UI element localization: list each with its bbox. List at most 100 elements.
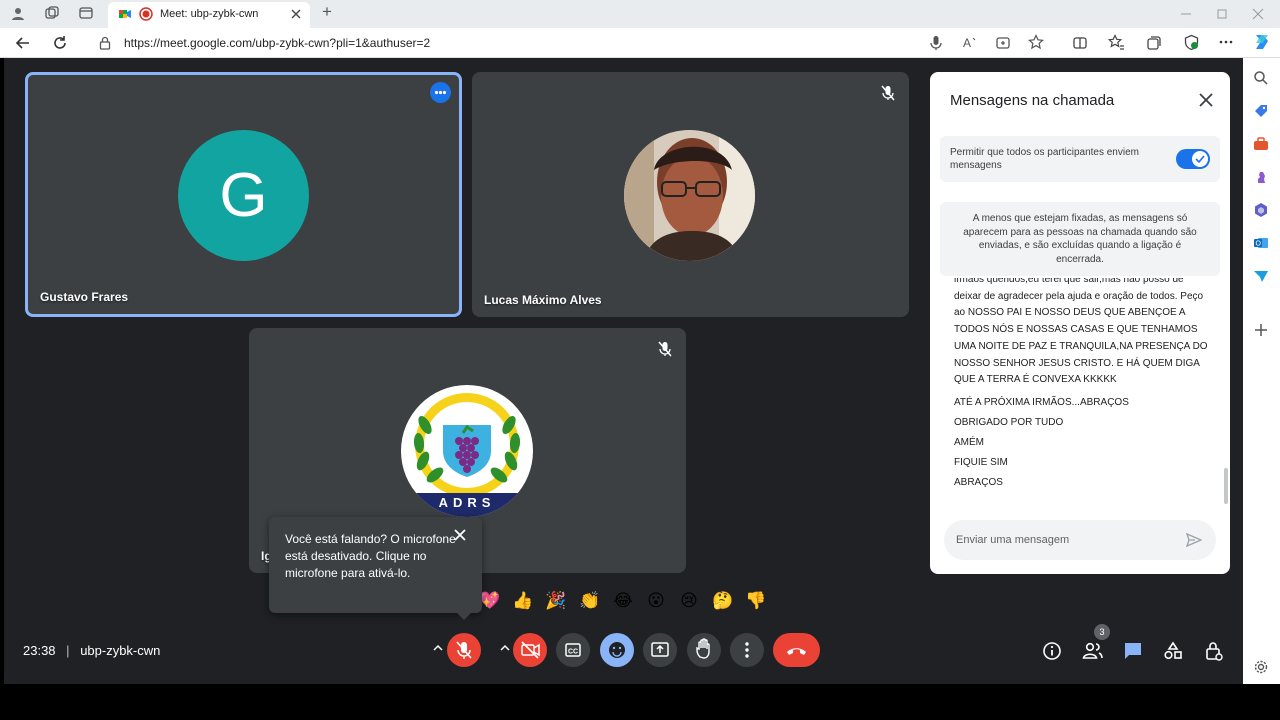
raise-hand-button[interactable] bbox=[687, 633, 721, 667]
reaction-clapping[interactable]: 👏 bbox=[578, 589, 602, 613]
audio-options-chevron-icon[interactable] bbox=[432, 642, 444, 654]
back-icon[interactable] bbox=[15, 35, 31, 51]
microphone-button[interactable] bbox=[447, 633, 481, 667]
browser-essentials-icon[interactable] bbox=[1183, 34, 1200, 51]
split-screen-icon[interactable] bbox=[1072, 35, 1088, 51]
close-tooltip-icon[interactable] bbox=[454, 529, 466, 541]
meeting-separator: | bbox=[66, 643, 70, 658]
recording-indicator-icon bbox=[139, 7, 153, 21]
microsoft365-icon[interactable] bbox=[1253, 202, 1269, 218]
collections-icon[interactable] bbox=[1146, 35, 1162, 51]
shopping-tag-icon[interactable] bbox=[1253, 103, 1269, 119]
more-vert-icon bbox=[745, 642, 749, 658]
edge-sidebar: O bbox=[1243, 58, 1280, 684]
tab-title: Meet: ubp-zybk-cwn bbox=[160, 8, 259, 20]
profile-icon[interactable] bbox=[10, 5, 28, 23]
read-aloud-icon[interactable]: A bbox=[962, 35, 978, 51]
copilot-icon[interactable] bbox=[1252, 32, 1272, 52]
camera-button[interactable] bbox=[513, 633, 547, 667]
svg-text:CC: CC bbox=[568, 649, 578, 656]
activities-icon[interactable] bbox=[1163, 641, 1183, 661]
captions-icon: CC bbox=[565, 643, 581, 657]
participant-video-photo bbox=[624, 130, 755, 261]
leave-call-button[interactable] bbox=[773, 633, 820, 667]
mic-permission-icon[interactable] bbox=[929, 35, 943, 51]
captions-button[interactable]: CC bbox=[556, 633, 590, 667]
logo-text: ADRS bbox=[438, 495, 496, 510]
sidebar-settings-icon[interactable] bbox=[1253, 659, 1269, 675]
reaction-laughing[interactable]: 😂 bbox=[611, 589, 635, 613]
reactions-button[interactable] bbox=[600, 633, 634, 667]
reload-icon[interactable] bbox=[52, 35, 68, 51]
send-icon[interactable] bbox=[1186, 532, 1202, 548]
send-drop-icon[interactable] bbox=[1253, 268, 1269, 284]
muted-mic-icon bbox=[655, 339, 675, 359]
more-options-button[interactable] bbox=[730, 633, 764, 667]
reaction-thinking[interactable]: 🤔 bbox=[711, 589, 735, 613]
workspaces-icon[interactable] bbox=[44, 5, 62, 23]
check-icon bbox=[1195, 155, 1205, 164]
message-input-placeholder: Enviar uma mensagem bbox=[956, 534, 1070, 546]
people-icon[interactable] bbox=[1082, 641, 1104, 661]
message-item: ABRAÇOS bbox=[954, 476, 1003, 488]
present-button[interactable] bbox=[643, 633, 677, 667]
close-tab-icon[interactable] bbox=[290, 8, 302, 20]
messages-info-note: A menos que estejam fixadas, as mensagen… bbox=[940, 202, 1220, 276]
meeting-info: 23:38 | ubp-zybk-cwn bbox=[23, 643, 160, 658]
add-sidebar-app-icon[interactable] bbox=[1253, 322, 1269, 338]
mic-muted-tooltip: Você está falando? O microfone está desa… bbox=[269, 517, 482, 620]
hang-up-icon bbox=[787, 648, 806, 655]
active-tab[interactable]: Meet: ubp-zybk-cwn bbox=[108, 2, 310, 28]
allow-messages-toggle[interactable] bbox=[1176, 149, 1210, 169]
camera-off-icon bbox=[521, 641, 540, 659]
search-icon[interactable] bbox=[1253, 70, 1269, 86]
participant-name: Gustavo Frares bbox=[40, 290, 129, 304]
reactions-bar: 💖 👍 🎉 👏 😂 😮 😢 🤔 👎 bbox=[478, 586, 774, 616]
minimize-icon[interactable] bbox=[1180, 8, 1192, 20]
toggle-knob bbox=[1192, 151, 1208, 167]
svg-text:A: A bbox=[963, 36, 971, 50]
new-tab-button[interactable]: + bbox=[318, 3, 336, 22]
reaction-thumbs-up[interactable]: 👍 bbox=[511, 589, 535, 613]
participant-tile-gustavo[interactable]: G Gustavo Frares bbox=[25, 72, 462, 317]
participant-tile-lucas[interactable]: Lucas Máximo Alves bbox=[472, 72, 909, 317]
tooltip-arrow bbox=[457, 613, 471, 620]
more-options-icon[interactable] bbox=[430, 82, 451, 103]
meet-favicon-icon bbox=[118, 7, 132, 21]
avatar: G bbox=[178, 130, 309, 261]
tools-briefcase-icon[interactable] bbox=[1253, 136, 1269, 152]
favorites-icon[interactable] bbox=[1108, 34, 1125, 51]
allow-messages-setting: Permitir que todos os participantes envi… bbox=[940, 136, 1220, 182]
reaction-surprised[interactable]: 😮 bbox=[644, 589, 668, 613]
close-window-icon[interactable] bbox=[1252, 8, 1264, 20]
tab-actions-icon[interactable] bbox=[78, 5, 96, 23]
favorite-star-icon[interactable] bbox=[1028, 34, 1044, 50]
muted-mic-icon bbox=[878, 83, 898, 103]
emoji-icon bbox=[609, 642, 625, 658]
reaction-party-popper[interactable]: 🎉 bbox=[544, 589, 568, 613]
host-controls-icon[interactable] bbox=[1204, 640, 1224, 662]
chat-panel-title: Mensagens na chamada bbox=[950, 92, 1115, 109]
maximize-icon[interactable] bbox=[1216, 8, 1228, 20]
reaction-thumbs-down[interactable]: 👎 bbox=[744, 589, 768, 613]
chat-icon[interactable] bbox=[1123, 641, 1143, 661]
svg-text:O: O bbox=[1256, 241, 1262, 248]
meeting-details-icon[interactable] bbox=[1042, 641, 1062, 661]
lock-icon[interactable] bbox=[98, 36, 112, 50]
message-item: irmãos queridos,eu terei que sair,mas nã… bbox=[954, 278, 1208, 386]
message-item: AMÉM bbox=[954, 436, 984, 448]
app-available-icon[interactable] bbox=[995, 35, 1011, 51]
outlook-icon[interactable]: O bbox=[1253, 235, 1269, 251]
settings-more-icon[interactable] bbox=[1218, 34, 1234, 50]
video-options-chevron-icon[interactable] bbox=[499, 642, 511, 654]
reaction-crying[interactable]: 😢 bbox=[677, 589, 701, 613]
message-scrollbar[interactable] bbox=[1224, 468, 1228, 504]
url-field[interactable]: https://meet.google.com/ubp-zybk-cwn?pli… bbox=[124, 36, 430, 50]
close-panel-icon[interactable] bbox=[1198, 92, 1214, 108]
meeting-code: ubp-zybk-cwn bbox=[80, 643, 161, 658]
browser-address-bar: https://meet.google.com/ubp-zybk-cwn?pli… bbox=[0, 28, 1280, 58]
allow-messages-label: Permitir que todos os participantes envi… bbox=[950, 147, 1139, 171]
games-chess-icon[interactable] bbox=[1253, 169, 1269, 185]
browser-tab-bar: Meet: ubp-zybk-cwn + bbox=[0, 0, 1280, 28]
message-input[interactable]: Enviar uma mensagem bbox=[944, 520, 1216, 560]
